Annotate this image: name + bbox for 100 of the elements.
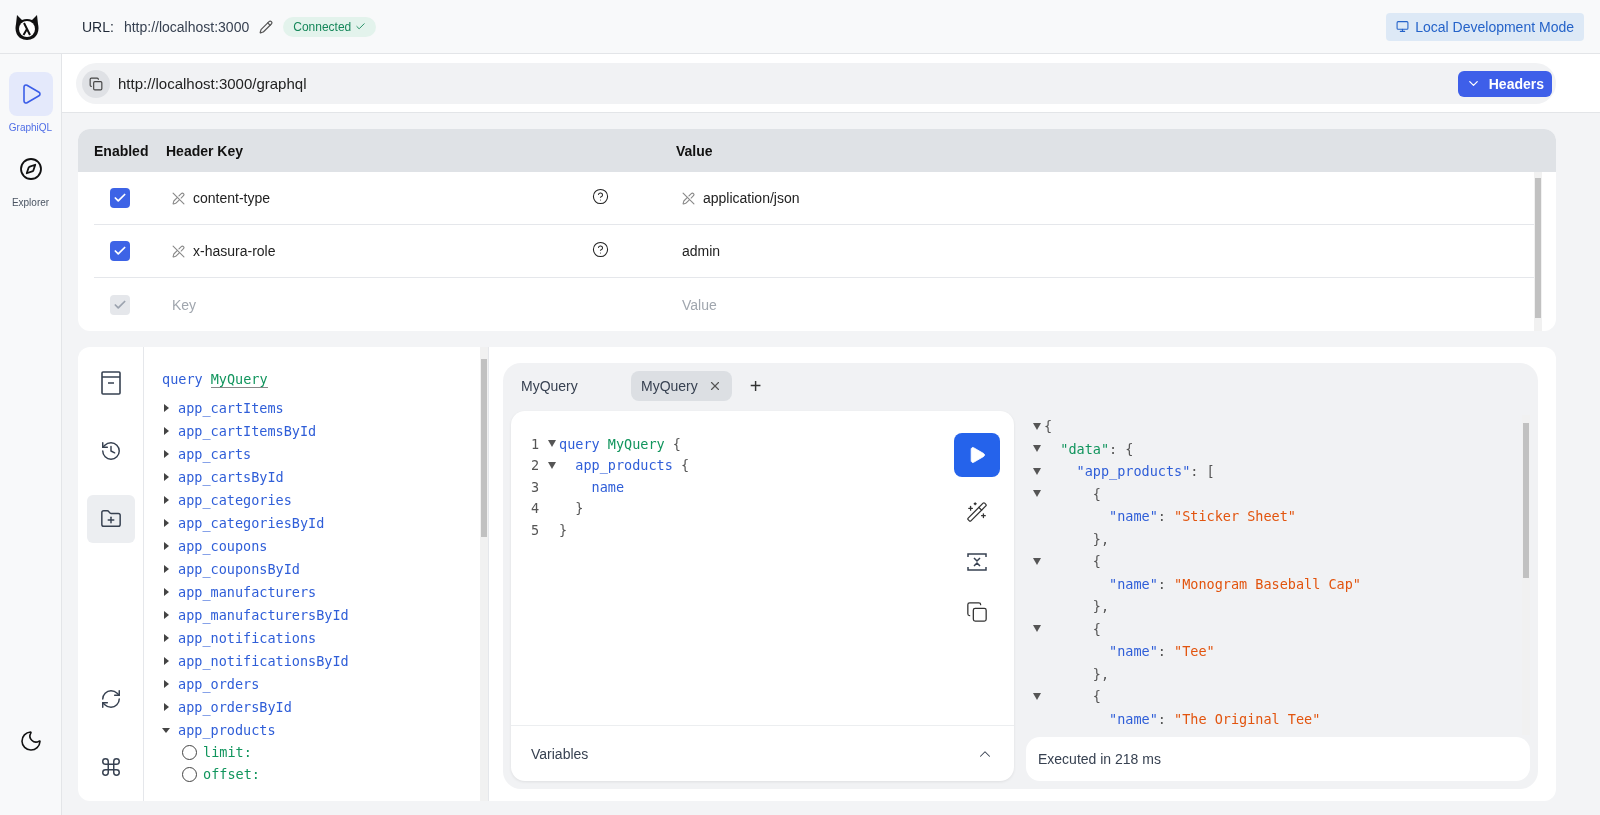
result-line: "name": "Tee" (1108, 643, 1215, 660)
enabled-checkbox[interactable] (110, 294, 130, 315)
copy-icon[interactable] (89, 76, 103, 91)
caret-right-icon[interactable] (162, 426, 170, 435)
check-icon (113, 191, 127, 205)
header-value[interactable]: admin (682, 243, 1534, 259)
header-key[interactable]: content-type (172, 190, 592, 206)
headers-button[interactable]: Headers (1457, 70, 1552, 97)
result-line: }, (1091, 598, 1110, 615)
result-line: }, (1091, 530, 1110, 547)
check-icon (355, 21, 367, 32)
fold-arrow-icon[interactable] (1033, 692, 1041, 700)
enabled-checkbox[interactable] (110, 241, 130, 261)
query-tab[interactable]: MyQuery (511, 371, 621, 401)
schema-field[interactable]: app_categories (178, 491, 292, 508)
schema-field[interactable]: app_orders (178, 675, 260, 692)
prettify-icon[interactable] (966, 501, 988, 523)
schema-field[interactable]: app_cartItems (178, 399, 284, 416)
moon-icon[interactable] (18, 729, 43, 753)
column-header: Enabled (94, 142, 150, 159)
caret-right-icon[interactable] (162, 518, 170, 527)
result-line: { (1044, 418, 1053, 435)
argument-radio[interactable] (182, 744, 197, 760)
caret-right-icon[interactable] (162, 587, 170, 596)
schema-field[interactable]: app_notificationsById (178, 652, 349, 669)
caret-right-icon[interactable] (162, 679, 170, 688)
connection-status: Connected (283, 16, 377, 37)
schema-field[interactable]: app_couponsById (178, 560, 300, 577)
caret-right-icon[interactable] (162, 541, 170, 550)
header-key[interactable]: x-hasura-role (172, 243, 592, 259)
caret-right-icon[interactable] (162, 702, 170, 711)
caret-right-icon[interactable] (162, 403, 170, 412)
caret-right-icon[interactable] (162, 656, 170, 665)
result-line: { (1091, 553, 1101, 570)
fold-arrow-icon[interactable] (548, 440, 556, 448)
scrollbar[interactable] (1534, 172, 1542, 331)
add-tab-button[interactable]: + (741, 374, 770, 398)
caret-down-icon[interactable] (162, 725, 170, 734)
schema-field[interactable]: app_cartsById (178, 468, 284, 485)
schema-field[interactable]: app_ordersById (178, 698, 292, 715)
variables-label[interactable]: Variables (531, 745, 589, 762)
caret-right-icon[interactable] (162, 495, 170, 504)
line-number: 4 (531, 500, 541, 517)
fold-arrow-icon[interactable] (1033, 422, 1041, 430)
code-line: app_products { (574, 457, 690, 474)
result-line: }, (1091, 665, 1110, 682)
caret-right-icon[interactable] (162, 449, 170, 458)
argument-radio[interactable] (182, 766, 197, 782)
line-number: 5 (531, 521, 541, 538)
merge-icon (966, 551, 988, 573)
help-icon[interactable] (592, 187, 609, 205)
help-icon[interactable] (592, 240, 609, 258)
caret-right-icon[interactable] (162, 564, 170, 573)
result-line: { (1091, 688, 1101, 705)
code-line: } (574, 500, 584, 517)
schema-field[interactable]: app_notifications (178, 629, 317, 646)
caret-right-icon[interactable] (162, 472, 170, 481)
fold-arrow-icon[interactable] (1033, 490, 1041, 498)
url-text: http://localhost:3000 (123, 18, 250, 35)
schema-field[interactable]: app_carts (178, 445, 252, 462)
query-tab[interactable]: MyQuery (631, 371, 732, 401)
run-button[interactable] (954, 433, 1000, 477)
endpoint-field[interactable]: http://localhost:3000/graphql Headers (76, 63, 1556, 104)
header-value[interactable]: application/json (682, 190, 1534, 206)
argument-name[interactable]: limit: (203, 744, 252, 760)
result-line: "data": { (1059, 440, 1134, 457)
mode-button[interactable]: Local Development Mode (1386, 12, 1584, 41)
sidebar-item[interactable]: Explorer (8, 147, 53, 208)
result-line: "name": "Monogram Baseball Cap" (1108, 575, 1361, 592)
line-number: 3 (531, 478, 541, 495)
column-header: Header Key (166, 142, 245, 159)
schema-field[interactable]: app_cartItemsById (178, 422, 317, 439)
fold-arrow-icon[interactable] (1033, 467, 1041, 475)
fold-arrow-icon[interactable] (548, 461, 556, 469)
fold-arrow-icon[interactable] (1033, 557, 1041, 565)
result-line: "app_products": [ (1075, 463, 1215, 480)
copy-icon[interactable] (966, 601, 988, 623)
argument-name[interactable]: offset: (203, 766, 260, 782)
schema-field[interactable]: app_coupons (178, 537, 268, 554)
schema-field[interactable]: app_manufacturersById (178, 606, 349, 623)
query-editor[interactable]: 1 query MyQuery { 2 app_products { 3 name 4 } 5 } Variables (511, 411, 1014, 781)
history-icon (99, 440, 122, 462)
fold-arrow-icon[interactable] (1033, 625, 1041, 633)
schema-field[interactable]: app_products (178, 721, 276, 738)
result-line: { (1091, 620, 1101, 637)
caret-right-icon[interactable] (162, 633, 170, 642)
result-line: "name": "The Original Tee" (1108, 710, 1321, 727)
refresh-icon (99, 688, 122, 710)
edit-icon[interactable] (259, 19, 274, 34)
check-icon (113, 244, 127, 258)
schema-field[interactable]: app_manufacturers (178, 583, 317, 600)
tool-button[interactable] (86, 495, 135, 543)
operation-name[interactable]: MyQuery (210, 371, 268, 388)
scrollbar[interactable] (480, 347, 488, 801)
enabled-checkbox[interactable] (110, 188, 130, 208)
caret-right-icon[interactable] (162, 610, 170, 619)
endpoint-url: http://localhost:3000/graphql (118, 75, 307, 92)
fold-arrow-icon[interactable] (1033, 445, 1041, 453)
document-icon (99, 371, 122, 395)
schema-field[interactable]: app_categoriesById (178, 514, 325, 531)
